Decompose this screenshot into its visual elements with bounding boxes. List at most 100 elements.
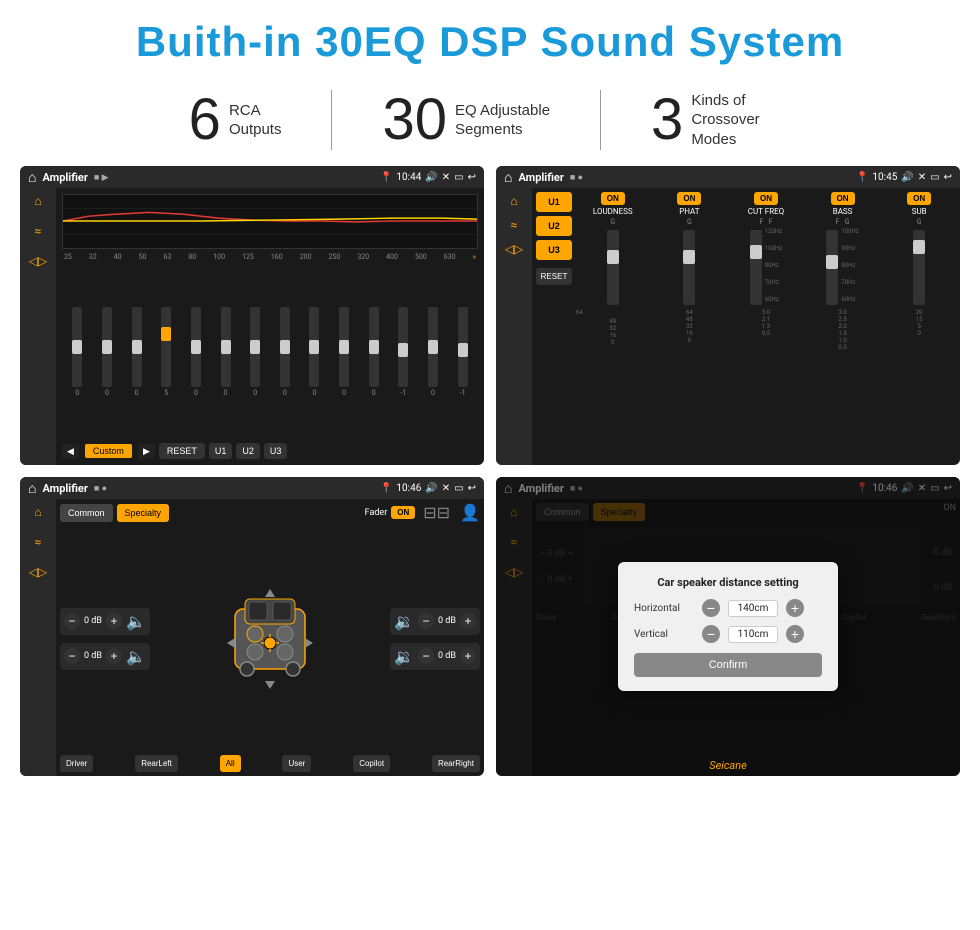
reset-button[interactable]: RESET <box>159 443 205 459</box>
sidebar-icon-3b[interactable]: ≈ <box>35 535 42 549</box>
u1-button[interactable]: U1 <box>209 443 233 459</box>
sidebar-icon-2c[interactable]: ◁▷ <box>505 242 523 256</box>
speaker-left-rear-icon: 🔈 <box>126 647 146 666</box>
user-button[interactable]: User <box>282 755 311 772</box>
more-icon[interactable]: » <box>473 253 476 261</box>
home-icon-3[interactable]: ⌂ <box>28 480 36 497</box>
sidebar-icon-1a[interactable]: ⌂ <box>34 194 41 208</box>
fader-toggle-icon[interactable]: ⊟⊟ <box>423 503 450 522</box>
status-right-2: 📍 10:45 🔊 ✕ ▭ ↩ <box>856 172 952 183</box>
preset-u2[interactable]: U2 <box>536 216 572 236</box>
u2-button[interactable]: U2 <box>236 443 260 459</box>
driver-button[interactable]: Driver <box>60 755 93 772</box>
horizontal-value: 140cm <box>728 600 778 617</box>
eq-nav: ◀ Custom ▶ <box>62 444 155 459</box>
back-icon-1[interactable]: ↩ <box>468 172 476 183</box>
fr-plus[interactable]: + <box>460 613 476 629</box>
loudness-on[interactable]: ON <box>601 192 625 205</box>
custom-button[interactable]: Custom <box>85 444 132 458</box>
channel-bass: ON BASS F G 100Hz 90Hz 80Hz 70Hz <box>806 192 880 461</box>
window-icon-2[interactable]: ▭ <box>930 172 939 183</box>
eq-slider-track[interactable] <box>72 307 82 387</box>
eq-sliders: 0 0 0 5 0 <box>62 265 478 439</box>
sidebar-icon-2b[interactable]: ≈ <box>511 218 518 232</box>
sidebar-icon-1c[interactable]: ◁▷ <box>29 254 47 268</box>
speaker-right-rear-icon: 🔉 <box>394 647 414 666</box>
crossover-reset[interactable]: RESET <box>536 268 572 285</box>
channel-sub: ON SUB G 20 15 5 0 <box>882 192 956 461</box>
rl-minus[interactable]: − <box>64 648 80 664</box>
screen3-dots: ■ ● <box>94 483 107 494</box>
speaker-right-front-icon: 🔉 <box>394 612 414 631</box>
tab-common[interactable]: Common <box>60 504 113 522</box>
fader-cell-fl: − 0 dB + 🔈 <box>60 608 150 635</box>
screen1-sidebar: ⌂ ≈ ◁▷ <box>20 188 56 465</box>
screen-distance: ⌂ Amplifier ■ ● 📍 10:46 🔊 ✕ ▭ ↩ ⌂ ≈ ◁▷ <box>496 477 960 776</box>
screen1-dots: ■ ▶ <box>94 172 109 183</box>
rr-plus[interactable]: + <box>460 648 476 664</box>
eq-slider-col: 0 <box>428 307 438 397</box>
next-button[interactable]: ▶ <box>138 444 155 459</box>
close-icon-2[interactable]: ✕ <box>918 172 926 183</box>
bass-on[interactable]: ON <box>831 192 855 205</box>
stat-eq-number: 30 <box>382 91 447 149</box>
stat-eq-text: EQ AdjustableSegments <box>455 101 550 140</box>
eq-slider-col: 5 <box>161 307 171 397</box>
confirm-button[interactable]: Confirm <box>634 653 822 677</box>
eq-bottom-bar: ◀ Custom ▶ RESET U1 U2 U3 <box>62 443 478 459</box>
fader-tabs: Common Specialty Fader ON ⊟⊟ 👤 <box>60 503 480 522</box>
rear-left-button[interactable]: RearLeft <box>135 755 178 772</box>
fl-plus[interactable]: + <box>106 613 122 629</box>
fr-minus[interactable]: − <box>418 613 434 629</box>
rr-minus[interactable]: − <box>418 648 434 664</box>
speaker-icon-2: 🔊 <box>901 172 913 183</box>
vertical-plus[interactable]: + <box>786 625 804 643</box>
phat-on[interactable]: ON <box>677 192 701 205</box>
cutfreq-on[interactable]: ON <box>754 192 778 205</box>
horizontal-minus[interactable]: − <box>702 599 720 617</box>
back-icon-3[interactable]: ↩ <box>468 483 476 494</box>
close-icon-3[interactable]: ✕ <box>442 483 450 494</box>
all-button[interactable]: All <box>220 755 241 772</box>
rear-right-button[interactable]: RearRight <box>432 755 480 772</box>
preset-u1[interactable]: U1 <box>536 192 572 212</box>
back-icon-2[interactable]: ↩ <box>944 172 952 183</box>
stat-crossover: 3 Kinds ofCrossover Modes <box>601 91 841 150</box>
sidebar-icon-3a[interactable]: ⌂ <box>34 505 41 519</box>
dialog-title: Car speaker distance setting <box>634 576 822 589</box>
home-icon-2[interactable]: ⌂ <box>504 169 512 186</box>
preset-u3[interactable]: U3 <box>536 240 572 260</box>
fader-label: Fader <box>365 508 388 518</box>
dialog-horizontal-row: Horizontal − 140cm + <box>634 599 822 617</box>
channel-cutfreq: ON CUT FREQ F F 120Hz 100Hz 80Hz 70 <box>729 192 803 461</box>
window-icon-3[interactable]: ▭ <box>454 483 463 494</box>
fl-minus[interactable]: − <box>64 613 80 629</box>
horizontal-plus[interactable]: + <box>786 599 804 617</box>
close-icon-1[interactable]: ✕ <box>442 172 450 183</box>
rl-plus[interactable]: + <box>106 648 122 664</box>
screen1-main: 25 32 40 50 63 80 100 125 160 200 250 32… <box>56 188 484 465</box>
home-icon-1[interactable]: ⌂ <box>28 169 36 186</box>
sidebar-icon-2a[interactable]: ⌂ <box>510 194 517 208</box>
sidebar-icon-3c[interactable]: ◁▷ <box>29 565 47 579</box>
vertical-label: Vertical <box>634 629 694 640</box>
copilot-button[interactable]: Copilot <box>353 755 390 772</box>
tab-specialty[interactable]: Specialty <box>117 504 170 522</box>
window-icon-1[interactable]: ▭ <box>454 172 463 183</box>
sub-on[interactable]: ON <box>907 192 931 205</box>
speaker-left-front-icon: 🔈 <box>126 612 146 631</box>
eq-slider-col: 0 <box>339 307 349 397</box>
vertical-minus[interactable]: − <box>702 625 720 643</box>
screen3-sidebar: ⌂ ≈ ◁▷ <box>20 499 56 776</box>
prev-button[interactable]: ◀ <box>62 444 79 459</box>
sidebar-icon-1b[interactable]: ≈ <box>35 224 42 238</box>
u3-button[interactable]: U3 <box>264 443 288 459</box>
eq-labels: 25 32 40 50 63 80 100 125 160 200 250 32… <box>62 253 478 261</box>
profile-icon[interactable]: 👤 <box>460 503 480 522</box>
status-left-1: ⌂ Amplifier ■ ▶ <box>28 169 109 186</box>
fader-cell-rl: − 0 dB + 🔈 <box>60 643 150 670</box>
eq-slider-col: 0 <box>102 307 112 397</box>
eq-slider-col: 0 <box>369 307 379 397</box>
fader-on-button[interactable]: ON <box>391 506 415 519</box>
status-bar-1: ⌂ Amplifier ■ ▶ 📍 10:44 🔊 ✕ ▭ ↩ <box>20 166 484 188</box>
